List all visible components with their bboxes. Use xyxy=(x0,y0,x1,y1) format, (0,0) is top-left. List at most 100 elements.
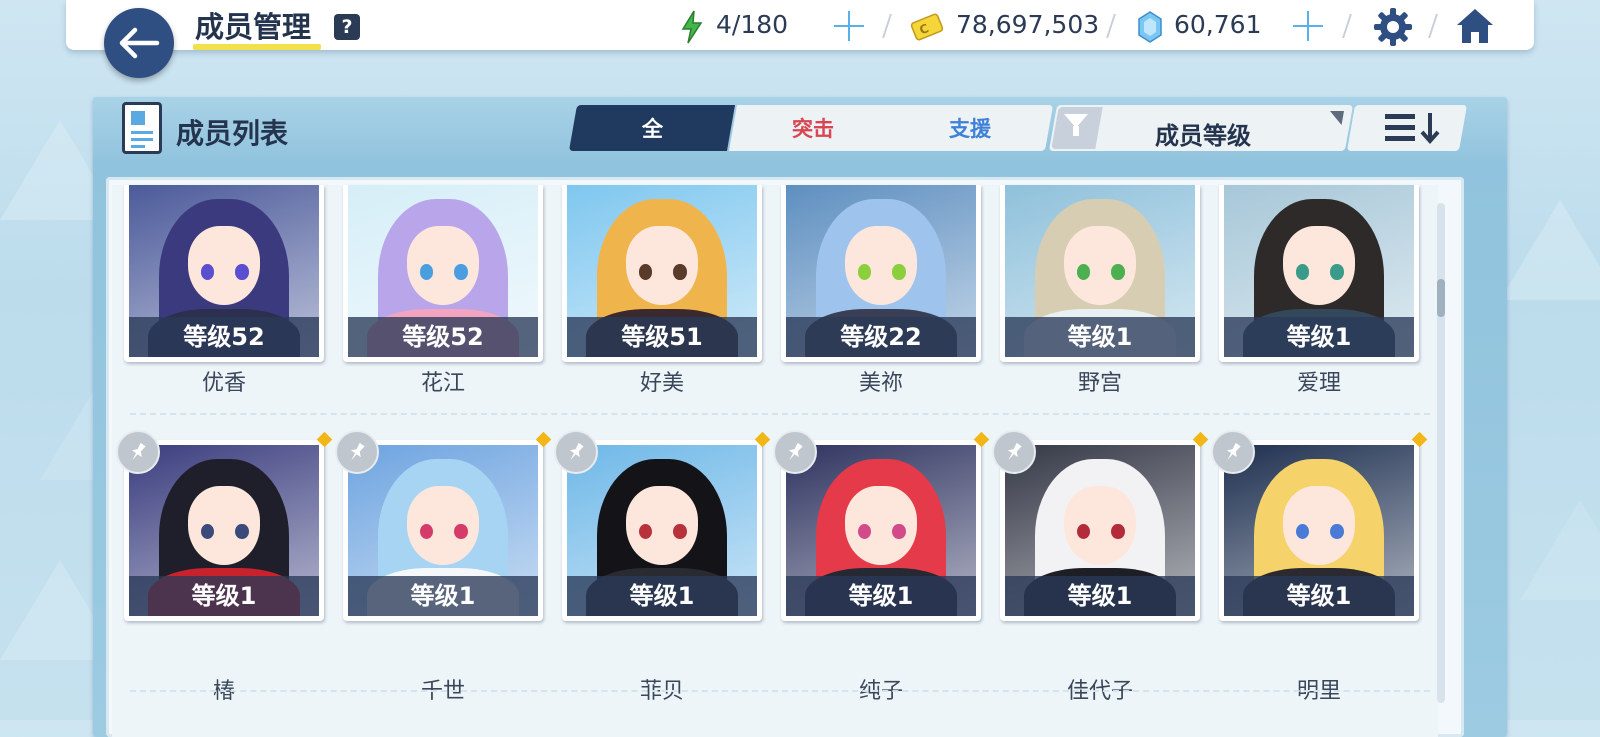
pin-icon[interactable] xyxy=(992,430,1036,474)
level-label: 等级1 xyxy=(786,576,976,616)
level-label: 等级1 xyxy=(1224,576,1414,616)
student-card[interactable]: 等级1 xyxy=(1219,185,1419,362)
level-label: 等级52 xyxy=(129,317,319,357)
eye xyxy=(892,264,906,280)
eye xyxy=(420,264,434,280)
face xyxy=(406,486,480,565)
face xyxy=(625,226,699,306)
pin-icon[interactable] xyxy=(116,430,160,474)
pyroxene-gem-icon xyxy=(1138,11,1162,43)
row-divider xyxy=(130,690,1430,692)
student-name: 椿 xyxy=(212,679,235,704)
student-name: 花江 xyxy=(420,371,465,396)
eye xyxy=(1330,523,1344,540)
eye xyxy=(1111,264,1125,280)
eye xyxy=(1330,264,1344,280)
credit-card-icon: C xyxy=(910,13,944,41)
student-card[interactable]: 等级52 xyxy=(343,185,543,362)
student-card[interactable]: 等级1 xyxy=(1000,185,1200,362)
arrow-left-icon xyxy=(119,27,160,59)
eye xyxy=(454,264,468,280)
face xyxy=(625,486,699,565)
sort-descending-icon xyxy=(1385,113,1440,145)
student-card[interactable]: 等级1 xyxy=(1219,440,1419,621)
help-button[interactable]: ? xyxy=(334,14,360,40)
eye xyxy=(201,264,215,280)
row-divider xyxy=(130,413,1430,415)
title-underline xyxy=(193,44,321,50)
grid-content: 等级52 优香 等级52 花江 等级51 好美 等级22 美祢 等级1 野宫 等级1 爱理 等级1 椿等级… xyxy=(112,185,1438,737)
panel-title: 成员列表 xyxy=(176,117,289,150)
pyroxene-value: 60,761 xyxy=(1174,10,1262,39)
level-label: 等级51 xyxy=(567,317,757,357)
eye xyxy=(235,264,249,280)
scrollbar[interactable] xyxy=(1437,203,1445,703)
face xyxy=(844,226,918,306)
add-ap-button[interactable] xyxy=(832,9,866,43)
page-title: 成员管理 xyxy=(195,10,312,44)
student-card[interactable]: 等级52 xyxy=(124,185,324,362)
corner-triangle-icon xyxy=(1327,111,1344,125)
tab-special[interactable]: 支援 xyxy=(886,105,1054,151)
face xyxy=(1282,226,1356,306)
student-name: 野宫 xyxy=(1077,371,1122,396)
student-name: 爱理 xyxy=(1296,371,1341,396)
tab-label: 突击 xyxy=(792,117,834,141)
eye xyxy=(673,264,687,280)
face xyxy=(1063,226,1137,306)
student-name: 千世 xyxy=(420,679,465,704)
face xyxy=(187,226,261,306)
id-card-icon xyxy=(122,102,162,154)
eye xyxy=(1077,264,1091,280)
student-name: 优香 xyxy=(201,371,246,396)
student-card[interactable]: 等级22 xyxy=(781,185,981,362)
ap-value: 4/180 xyxy=(716,10,789,39)
tab-striker[interactable]: 突击 xyxy=(728,105,898,151)
student-name: 明里 xyxy=(1296,679,1341,704)
eye xyxy=(892,523,906,540)
home-icon[interactable] xyxy=(1454,6,1496,46)
pin-icon[interactable] xyxy=(335,430,379,474)
student-grid: 等级52 优香 等级52 花江 等级51 好美 等级22 美祢 等级1 野宫 等级1 爱理 等级1 椿等级… xyxy=(106,177,1464,737)
eye xyxy=(1296,264,1310,280)
level-label: 等级1 xyxy=(567,576,757,616)
student-card[interactable]: 等级1 xyxy=(1000,440,1200,621)
credits-value: 78,697,503 xyxy=(956,10,1100,39)
level-label: 等级1 xyxy=(129,576,319,616)
student-card[interactable]: 等级1 xyxy=(562,440,762,621)
student-name: 佳代子 xyxy=(1066,679,1133,704)
tab-all[interactable]: 全 xyxy=(568,105,736,151)
level-label: 等级1 xyxy=(1224,317,1414,357)
student-card[interactable]: 等级1 xyxy=(124,440,324,621)
face xyxy=(187,486,261,565)
level-label: 等级22 xyxy=(786,317,976,357)
back-button[interactable] xyxy=(104,8,174,78)
level-label: 等级1 xyxy=(348,576,538,616)
eye xyxy=(673,523,687,540)
level-label: 等级1 xyxy=(1005,576,1195,616)
add-pyroxene-button[interactable] xyxy=(1291,9,1325,43)
pin-icon[interactable] xyxy=(1211,430,1255,474)
sort-label: 成员等级 xyxy=(1155,122,1251,150)
pin-icon[interactable] xyxy=(773,430,817,474)
ap-bolt-icon xyxy=(681,10,703,44)
tab-label: 支援 xyxy=(949,117,991,141)
scrollbar-thumb[interactable] xyxy=(1437,279,1445,317)
student-name: 菲贝 xyxy=(639,679,684,704)
face xyxy=(1063,486,1137,565)
student-card[interactable]: 等级51 xyxy=(562,185,762,362)
face xyxy=(844,486,918,565)
gear-icon[interactable] xyxy=(1373,7,1413,47)
eye xyxy=(1111,523,1125,540)
student-card[interactable]: 等级1 xyxy=(343,440,543,621)
student-name: 好美 xyxy=(639,371,684,396)
face xyxy=(1282,486,1356,565)
eye xyxy=(235,523,249,540)
level-label: 等级1 xyxy=(1005,317,1195,357)
tab-label: 全 xyxy=(641,117,663,141)
student-card[interactable]: 等级1 xyxy=(781,440,981,621)
student-name: 纯子 xyxy=(858,679,903,704)
level-label: 等级52 xyxy=(348,317,538,357)
pin-icon[interactable] xyxy=(554,430,598,474)
face xyxy=(406,226,480,306)
